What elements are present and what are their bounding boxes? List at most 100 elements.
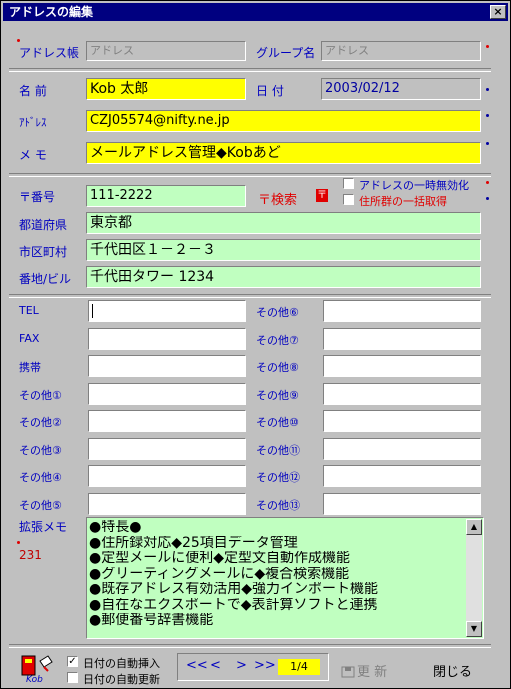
contact-field[interactable] <box>88 493 246 515</box>
contact-label: その他⑪ <box>256 444 300 457</box>
marker <box>17 541 20 544</box>
contact-field[interactable] <box>323 410 481 432</box>
last-record-button[interactable]: >> <box>254 658 276 673</box>
window-title: アドレスの編集 <box>9 5 94 19</box>
marker <box>486 181 489 184</box>
postal-mark-icon[interactable]: 〒 <box>316 189 328 202</box>
group-label: グループ名 <box>256 46 316 60</box>
contact-field[interactable] <box>323 328 481 350</box>
zip-search-button[interactable]: 〒検索 <box>258 189 297 208</box>
auto-update-checkbox[interactable] <box>67 672 78 683</box>
marker <box>486 197 489 200</box>
update-button[interactable]: 更 新 <box>357 661 387 680</box>
contact-label: TEL <box>19 304 39 317</box>
divider <box>9 294 491 298</box>
memo-field[interactable]: メールアドレス管理◆Kobあど <box>86 142 481 164</box>
memo-line: ●住所録対応◆25項目データ管理 <box>89 535 298 551</box>
date-label: 日 付 <box>256 84 284 98</box>
record-navigator: << < > >> 1/4 <box>177 653 329 681</box>
contact-field[interactable] <box>88 383 246 405</box>
contact-field[interactable] <box>323 300 481 322</box>
address-label: ｱﾄﾞﾚｽ <box>19 116 47 129</box>
street-label: 番地/ビル <box>19 272 72 286</box>
address-edit-window: アドレスの編集 × アドレス帳 アドレス グループ名 アドレス 名 前 Kob … <box>0 0 511 689</box>
prefecture-field[interactable]: 東京都 <box>86 212 481 234</box>
memo-line: ●特長● <box>89 520 142 535</box>
contact-label: その他④ <box>19 471 62 484</box>
memo-line: ●定型メールに便利◆定型文自動作成機能 <box>89 551 350 566</box>
title-bar: アドレスの編集 × <box>3 3 508 21</box>
close-button[interactable]: 閉じる <box>433 661 472 680</box>
memo-line: ●既存アドレス有効活用◆強力インポート機能 <box>89 582 378 597</box>
street-field[interactable]: 千代田タワー 1234 <box>86 266 481 288</box>
contact-field[interactable] <box>88 328 246 350</box>
contact-field[interactable] <box>323 493 481 515</box>
ext-memo-count: 231 <box>19 548 42 562</box>
auto-update-label: 日付の自動更新 <box>83 673 160 686</box>
contact-field[interactable] <box>88 438 246 460</box>
memo-label: メ モ <box>19 148 47 162</box>
contact-field[interactable] <box>323 355 481 377</box>
contact-field[interactable] <box>88 300 246 322</box>
prefecture-label: 都道府県 <box>19 218 68 232</box>
zip-field[interactable]: 111-2222 <box>86 185 246 207</box>
disable-address-checkbox[interactable] <box>343 178 354 189</box>
contact-label: その他⑤ <box>19 499 62 512</box>
scroll-down-icon[interactable]: ▼ <box>466 621 482 637</box>
page-indicator: 1/4 <box>278 659 320 675</box>
contact-label: その他⑥ <box>256 306 299 319</box>
contact-label: その他⑬ <box>256 499 300 512</box>
auto-insert-checkbox[interactable]: ✓ <box>67 656 78 667</box>
marker <box>486 88 489 91</box>
name-label: 名 前 <box>19 84 47 98</box>
contact-label: その他⑫ <box>256 471 300 484</box>
contact-label: FAX <box>19 332 40 345</box>
zip-label: 〒番号 <box>19 190 56 204</box>
contact-label: 携帯 <box>19 361 41 374</box>
date-field[interactable]: 2003/02/12 <box>321 78 481 100</box>
memo-line: ●郵便番号辞書機能 <box>89 613 214 628</box>
save-icon <box>341 663 355 682</box>
contact-label: その他⑧ <box>256 361 299 374</box>
name-field[interactable]: Kob 太郎 <box>86 78 246 100</box>
marker <box>486 142 489 145</box>
disable-address-label: アドレスの一時無効化 <box>359 179 469 192</box>
memo-scrollbar[interactable]: ▲ ▼ <box>466 519 482 637</box>
email-field[interactable]: CZJ05574@nifty.ne.jp <box>86 110 481 132</box>
contact-field[interactable] <box>323 465 481 487</box>
contact-field[interactable] <box>88 410 246 432</box>
next-record-button[interactable]: > <box>236 658 247 673</box>
text-cursor <box>92 304 93 318</box>
bulk-fetch-checkbox[interactable] <box>343 194 354 205</box>
contact-field[interactable] <box>88 465 246 487</box>
contact-field[interactable] <box>323 438 481 460</box>
city-label: 市区町村 <box>19 245 68 259</box>
scroll-up-icon[interactable]: ▲ <box>466 519 482 535</box>
addressbook-field[interactable]: アドレス <box>86 41 246 61</box>
contact-label: その他⑨ <box>256 389 299 402</box>
kob-logo: Kob <box>16 653 56 685</box>
prev-record-button[interactable]: < <box>210 658 221 673</box>
group-field[interactable]: アドレス <box>321 41 481 61</box>
close-icon[interactable]: × <box>490 5 506 19</box>
ext-memo-label: 拡張メモ <box>19 520 68 534</box>
ext-memo-textarea[interactable]: ●特長● ●住所録対応◆25項目データ管理 ●定型メールに便利◆定型文自動作成機… <box>86 517 484 639</box>
contact-label: その他③ <box>19 444 62 457</box>
marker <box>486 114 489 117</box>
contact-field[interactable] <box>323 383 481 405</box>
required-marker <box>17 39 20 42</box>
city-field[interactable]: 千代田区１－２－３ <box>86 239 481 261</box>
first-record-button[interactable]: << <box>186 658 208 673</box>
required-marker <box>486 45 489 48</box>
divider <box>9 68 491 72</box>
contact-label: その他① <box>19 389 62 402</box>
contact-label: その他② <box>19 416 62 429</box>
memo-line: ●自在なエクスポートで◆表計算ソフトと連携 <box>89 597 378 613</box>
auto-insert-label: 日付の自動挿入 <box>83 657 160 670</box>
addressbook-label: アドレス帳 <box>19 46 80 60</box>
contact-label: その他⑦ <box>256 334 299 347</box>
contact-field[interactable] <box>88 355 246 377</box>
memo-line: ●グリーティングメールに◆複合検索機能 <box>89 566 350 582</box>
contact-label: その他⑩ <box>256 416 299 429</box>
bulk-fetch-label: 住所群の一括取得 <box>359 195 447 208</box>
